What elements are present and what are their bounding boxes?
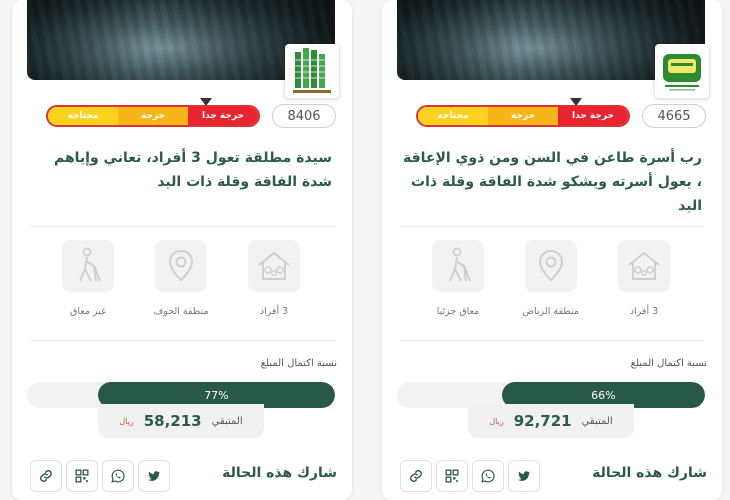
feature-region-label: منطقة الجوف <box>153 306 209 317</box>
family-house-icon <box>248 240 300 292</box>
qr-code-icon <box>75 469 89 483</box>
twitter-icon <box>518 471 531 481</box>
share-twitter-button[interactable] <box>138 460 170 492</box>
green-charity-logo-icon <box>663 54 701 91</box>
severity-very-critical: حرجة جدا <box>558 107 628 125</box>
feature-disability-label: معاق جزئيا <box>436 306 480 317</box>
organization-logo <box>285 44 339 98</box>
feature-disability-label: غير معاق <box>69 306 107 317</box>
whatsapp-icon <box>111 469 125 483</box>
qr-code-icon <box>445 469 459 483</box>
link-icon <box>40 470 52 482</box>
divider <box>30 226 334 227</box>
feature-region-label: منطقة الرياض <box>522 306 579 317</box>
feature-region: منطقة الجوف <box>153 240 209 317</box>
severity-needy: محتاجة <box>418 107 488 125</box>
share-qr-button[interactable] <box>66 460 98 492</box>
share-twitter-button[interactable] <box>508 460 540 492</box>
feature-family-label: 3 أفراد <box>629 306 659 317</box>
location-pin-icon <box>155 240 207 292</box>
location-pin-icon <box>525 240 577 292</box>
share-qr-button[interactable] <box>436 460 468 492</box>
feature-family-label: 3 أفراد <box>259 306 289 317</box>
case-title[interactable]: رب أسرة طاعن في السن ومن ذوي الإعاقة ، ي… <box>402 146 702 218</box>
remaining-label: المتبقي <box>211 415 243 427</box>
whatsapp-icon <box>481 469 495 483</box>
divider <box>30 340 334 341</box>
twitter-icon <box>148 471 161 481</box>
disabled-person-icon <box>432 240 484 292</box>
case-title[interactable]: سيدة مطلقة تعول 3 أفراد، تعاني وإياهم شد… <box>32 146 332 194</box>
completion-label: نسبة اكتمال المبلغ <box>260 358 337 369</box>
severity-critical: حرجة <box>118 107 188 125</box>
feature-region: منطقة الرياض <box>523 240 579 317</box>
case-card[interactable]: محتاجة حرجة حرجة جدا 8406 سيدة مطلقة تعو… <box>12 0 352 500</box>
feature-disability: معاق جزئيا <box>430 240 486 317</box>
link-icon <box>410 470 422 482</box>
share-title: شارك هذه الحالة <box>222 465 337 481</box>
severity-scale: محتاجة حرجة حرجة جدا <box>46 105 260 127</box>
severity-scale: محتاجة حرجة حرجة جدا <box>416 105 630 127</box>
family-house-icon <box>618 240 670 292</box>
share-link-button[interactable] <box>400 460 432 492</box>
disabled-person-icon <box>62 240 114 292</box>
remaining-value: 92,721 <box>513 412 572 430</box>
remaining-amount: المتبقي 92,721 ريال <box>468 404 634 438</box>
divider <box>400 340 704 341</box>
case-card[interactable]: محتاجة حرجة حرجة جدا 4665 رب أسرة طاعن ف… <box>382 0 722 500</box>
severity-pointer <box>570 98 582 106</box>
organization-logo <box>655 44 709 98</box>
currency-label: ريال <box>489 416 504 426</box>
share-whatsapp-button[interactable] <box>102 460 134 492</box>
case-id-badge: 4665 <box>642 104 706 128</box>
share-whatsapp-button[interactable] <box>472 460 504 492</box>
share-link-button[interactable] <box>30 460 62 492</box>
share-title: شارك هذه الحالة <box>592 465 707 481</box>
case-id-badge: 8406 <box>272 104 336 128</box>
feature-disability: غير معاق <box>60 240 116 317</box>
feature-family: 3 أفراد <box>616 240 672 317</box>
remaining-amount: المتبقي 58,213 ريال <box>98 404 264 438</box>
currency-label: ريال <box>119 416 134 426</box>
building-towers-logo-icon <box>293 48 331 93</box>
severity-very-critical: حرجة جدا <box>188 107 258 125</box>
completion-label: نسبة اكتمال المبلغ <box>630 358 707 369</box>
remaining-label: المتبقي <box>581 415 613 427</box>
severity-pointer <box>200 98 212 106</box>
divider <box>400 226 704 227</box>
severity-critical: حرجة <box>488 107 558 125</box>
feature-family: 3 أفراد <box>246 240 302 317</box>
remaining-value: 58,213 <box>143 412 202 430</box>
severity-needy: محتاجة <box>48 107 118 125</box>
